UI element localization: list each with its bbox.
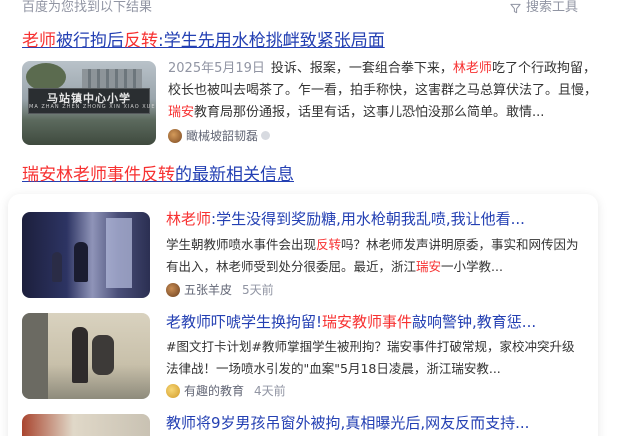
title-highlight: 林老师 (166, 210, 212, 228)
thumbnail-window (106, 218, 132, 288)
thumbnail-pillar (22, 313, 48, 399)
title-text: 老教师吓唬学生换拘留! (166, 313, 323, 331)
abstract-text: 教育局那份通报，话里有话，这事儿恐怕没那么简单。敢情... (194, 105, 545, 120)
publish-time: 4天前 (254, 384, 286, 398)
school-sign-pinyin: MA ZHAN ZHEN ZHONG XIN XIAO XUE (29, 104, 156, 110)
publish-time: 5天前 (242, 283, 274, 297)
summary-text: #图文打卡计划#教师掌掴学生被刑拘？瑞安事件打破常规，家校冲突升级法律战！一场喷… (166, 339, 575, 376)
filter-icon (510, 3, 521, 13)
summary-text: 一小学教... (441, 259, 503, 274)
source-name: 五张羊皮 (184, 283, 233, 297)
title-text: :学生没得到奖励糖,用水枪朝我乱喷,我让他看... (211, 210, 525, 228)
search-tools-label: 搜索工具 (526, 0, 579, 15)
result-date: 2025年5月19日 (168, 61, 265, 76)
result-source[interactable]: 瞰械坡韶韧磊 (168, 127, 271, 144)
abstract-text: 投诉、报案，一套组合拳下来， (270, 61, 453, 76)
news-thumbnail[interactable] (22, 414, 150, 436)
related-news-title-link[interactable]: 瑞安林老师事件反转的最新相关信息 (22, 163, 294, 187)
source-avatar (166, 383, 180, 398)
verified-icon (261, 131, 271, 140)
thumbnail-person (92, 335, 114, 375)
title-highlight: 反转 (124, 31, 158, 51)
title-text: :学生先用水枪挑衅致紧张局面 (158, 31, 385, 51)
news-thumbnail[interactable] (22, 212, 150, 298)
source-name: 瞰械坡韶韧磊 (186, 129, 259, 143)
title-text: 被行拘后 (56, 31, 124, 51)
news-item-source[interactable]: 有趣的教育 4天前 (166, 382, 286, 399)
search-tools-button[interactable]: 搜索工具 (510, 0, 578, 16)
title-text: 敲响警钟,教育惩... (412, 313, 537, 331)
thumbnail-person (74, 242, 88, 282)
summary-text: 学生朝教师喷水事件会出现 (166, 237, 317, 252)
title-highlight: 老师 (22, 31, 56, 51)
result-abstract: 2025年5月19日 投诉、报案，一套组合拳下来，林老师吃了个行政拘留，校长也被叫… (168, 58, 598, 124)
news-item-source[interactable]: 五张羊皮 5天前 (166, 281, 274, 298)
news-item-summary: #图文打卡计划#教师掌掴学生被刑拘？瑞安事件打破常规，家校冲突升级法律战！一场喷… (166, 336, 586, 380)
abstract-highlight: 林老师 (452, 61, 492, 76)
results-topbar: 百度为您找到以下结果 搜索工具 (0, 0, 635, 20)
school-sign: 马站镇中心小学 MA ZHAN ZHEN ZHONG XIN XIAO XUE (28, 88, 156, 114)
source-avatar (166, 282, 180, 297)
thumbnail-person (52, 252, 62, 282)
title-highlight: 瑞安林老师事件反转 (22, 165, 175, 185)
result-thumbnail[interactable]: 马站镇中心小学 MA ZHAN ZHEN ZHONG XIN XIAO XUE (22, 61, 156, 145)
summary-highlight: 反转 (316, 237, 342, 252)
news-thumbnail[interactable] (22, 313, 150, 399)
news-item-title[interactable]: 老教师吓唬学生换拘留!瑞安教师事件敲响警钟,教育惩... (166, 311, 536, 333)
news-item-summary: 学生朝教师喷水事件会出现反转吗？林老师发声讲明原委，事实和网传因为有出入，林老师… (166, 234, 586, 278)
thumbnail-tree (26, 63, 66, 91)
result-title-link[interactable]: 老师被行拘后反转:学生先用水枪挑衅致紧张局面 (22, 29, 385, 53)
title-highlight: 瑞安教师事件 (322, 313, 413, 331)
source-avatar (168, 128, 182, 143)
title-text: 教师将9岁男孩吊窗外被拘,真相曝光后,网友反而支持... (166, 414, 530, 432)
news-item-title[interactable]: 林老师:学生没得到奖励糖,用水枪朝我乱喷,我让他看... (166, 208, 525, 230)
abstract-highlight: 瑞安 (168, 105, 195, 120)
thumbnail-person (72, 327, 88, 383)
source-name: 有趣的教育 (184, 384, 245, 398)
summary-highlight: 瑞安 (416, 259, 442, 274)
title-text: 的最新相关信息 (175, 165, 294, 185)
thumbnail-building (82, 69, 142, 89)
results-found-text: 百度为您找到以下结果 (22, 0, 153, 15)
news-item-title[interactable]: 教师将9岁男孩吊窗外被拘,真相曝光后,网友反而支持... (166, 412, 529, 434)
